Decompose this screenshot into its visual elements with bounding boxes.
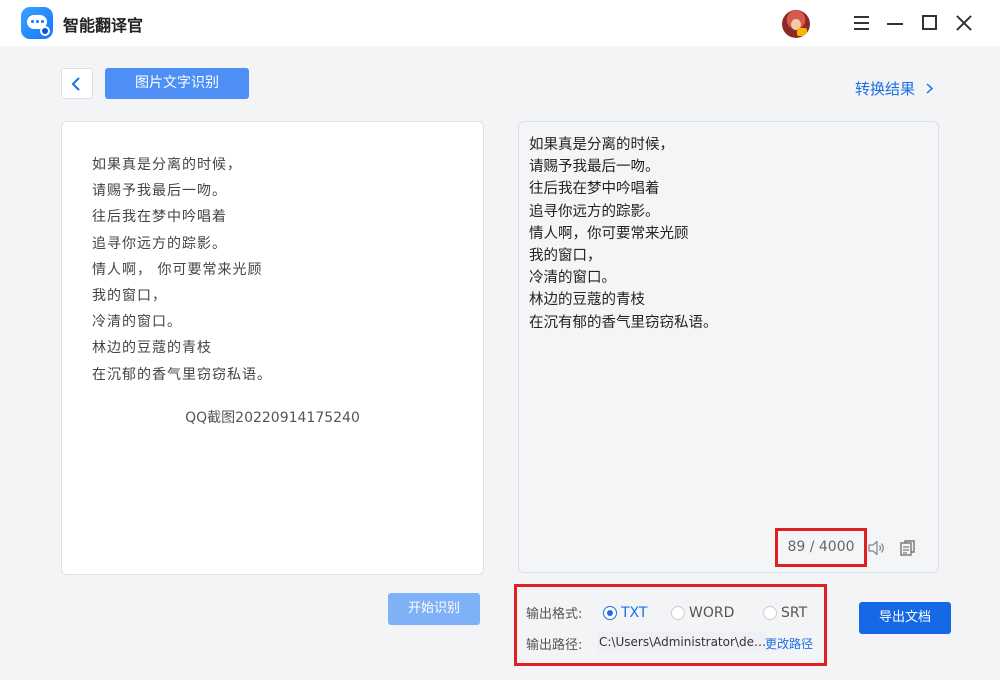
conversion-result-label: 转换结果 xyxy=(855,80,916,98)
recognized-text-line: 我的窗口， xyxy=(529,248,602,265)
minimize-icon[interactable] xyxy=(885,12,907,34)
output-options: 输出格式: TXT WORD SRT 输出路径: C:\Users\Admini… xyxy=(514,584,827,666)
export-document-button[interactable]: 导出文档 xyxy=(859,602,951,634)
source-image-panel: 如果真是分离的时候， 请赐予我最后一吻。 往后我在梦中吟唱着 追寻你远方的踪影。情人啊… xyxy=(61,121,484,575)
chevron-right-icon xyxy=(926,83,933,94)
character-count: 89 / 4000 xyxy=(775,528,867,567)
source-image-line: 追寻你远方的踪影。 xyxy=(92,235,227,252)
source-image-line: 林边的豆蔻的青枝 xyxy=(92,340,212,357)
recognized-text-line: 请赐予我最后一吻。 xyxy=(529,159,660,176)
page-title: 图片文字识别 xyxy=(105,68,249,99)
recognized-text-line: 在沉有郁的香气里窃窃私语。 xyxy=(529,314,718,331)
back-button[interactable] xyxy=(61,68,93,99)
source-image-line: 在沉郁的香气里窃窃私语。 xyxy=(92,366,272,383)
format-word-label: WORD xyxy=(689,605,735,621)
change-path-link[interactable]: 更改路径 xyxy=(765,635,813,652)
recognized-text-line: 冷清的窗口。 xyxy=(529,270,616,287)
recognized-text-line: 林边的豆蔻的青枝 xyxy=(529,292,645,309)
menu-icon[interactable] xyxy=(851,12,873,34)
image-filename: QQ截图20220914175240 xyxy=(185,410,360,426)
app-title: 智能翻译官 xyxy=(63,16,144,35)
speaker-icon[interactable] xyxy=(866,538,886,558)
maximize-icon[interactable] xyxy=(919,12,941,34)
source-image-line: 请赐予我最后一吻。 xyxy=(92,183,227,200)
recognized-text-line: 往后我在梦中吟唱着 xyxy=(529,181,660,198)
output-path-field[interactable]: C:\Users\Administrator\des... xyxy=(597,631,767,653)
source-image-line: 往后我在梦中吟唱着 xyxy=(92,209,227,226)
close-icon[interactable] xyxy=(953,12,975,34)
output-format-label: 输出格式: xyxy=(526,607,583,622)
user-avatar[interactable] xyxy=(782,10,810,38)
conversion-result-link[interactable]: 转换结果 xyxy=(855,78,933,99)
back-arrow-icon xyxy=(71,77,80,91)
format-txt-label: TXT xyxy=(621,605,648,621)
recognized-text-line: 如果真是分离的时候， xyxy=(529,137,674,153)
source-image-line: 如果真是分离的时候， xyxy=(92,157,242,173)
format-srt-label: SRT xyxy=(781,605,808,621)
source-image: 如果真是分离的时候， 请赐予我最后一吻。 往后我在梦中吟唱着 追寻你远方的踪影。情人啊… xyxy=(92,152,462,384)
recognized-text-line: 情人啊，你可要常来光顾 xyxy=(529,225,689,242)
output-path-label: 输出路径: xyxy=(526,638,583,653)
app-logo xyxy=(21,7,53,39)
recognized-text-panel[interactable]: 如果真是分离的时候， 请赐予我最后一吻。 往后我在梦中吟唱着 追寻你远方的踪影。情人啊… xyxy=(518,121,939,573)
start-recognition-button[interactable]: 开始识别 xyxy=(388,593,480,625)
source-image-line: 情人啊， 你可要常来光顾 xyxy=(92,261,263,278)
title-bar: 智能翻译官 xyxy=(0,0,1000,46)
recognized-text[interactable]: 如果真是分离的时候， 请赐予我最后一吻。 往后我在梦中吟唱着 追寻你远方的踪影。情人啊… xyxy=(529,134,929,334)
copy-icon[interactable] xyxy=(898,538,918,558)
source-image-line: 我的窗口， xyxy=(92,288,167,305)
recognized-text-line: 追寻你远方的踪影。 xyxy=(529,203,660,220)
source-image-line: 冷清的窗口。 xyxy=(92,314,182,331)
